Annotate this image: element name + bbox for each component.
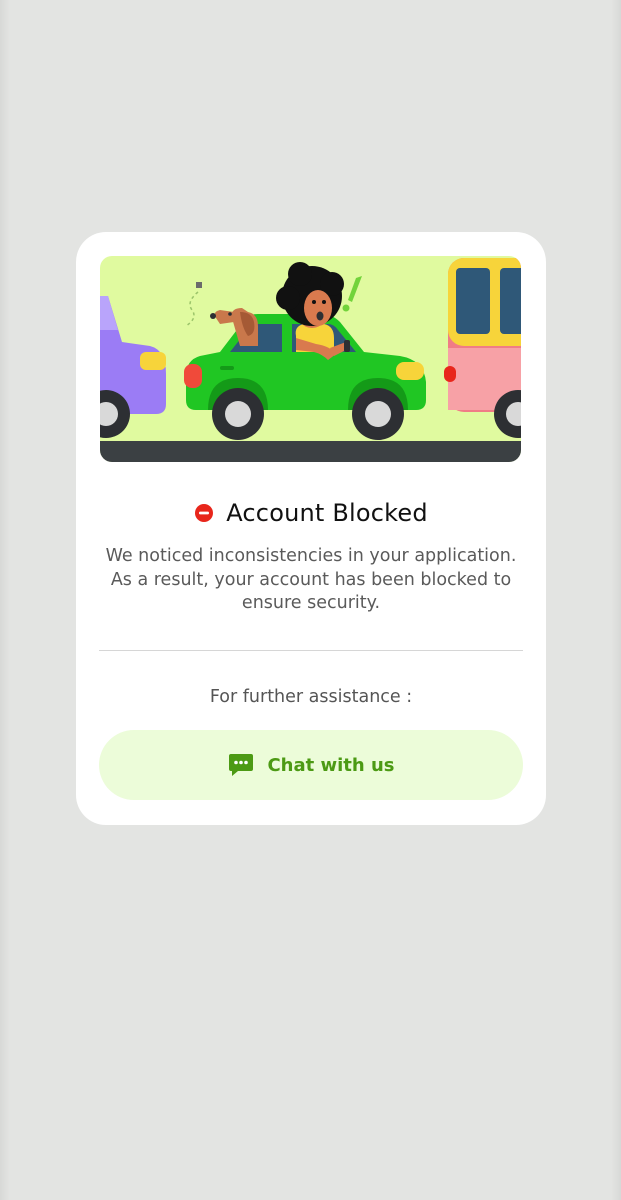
title-row: Account Blocked [76, 496, 546, 530]
blocked-icon [194, 503, 214, 523]
assistance-label: For further assistance : [209, 687, 413, 707]
chat-button-label: Chat with us [267, 754, 395, 776]
chat-with-us-button[interactable]: Chat with us [99, 730, 523, 800]
chat-bubble-icon [227, 751, 255, 779]
divider [99, 650, 523, 651]
modal-title: Account Blocked [226, 499, 428, 527]
modal-description: We noticed inconsistencies in your appli… [105, 546, 517, 613]
account-blocked-modal: Account Blocked We noticed inconsistenci… [76, 232, 546, 825]
traffic-illustration [100, 256, 521, 462]
